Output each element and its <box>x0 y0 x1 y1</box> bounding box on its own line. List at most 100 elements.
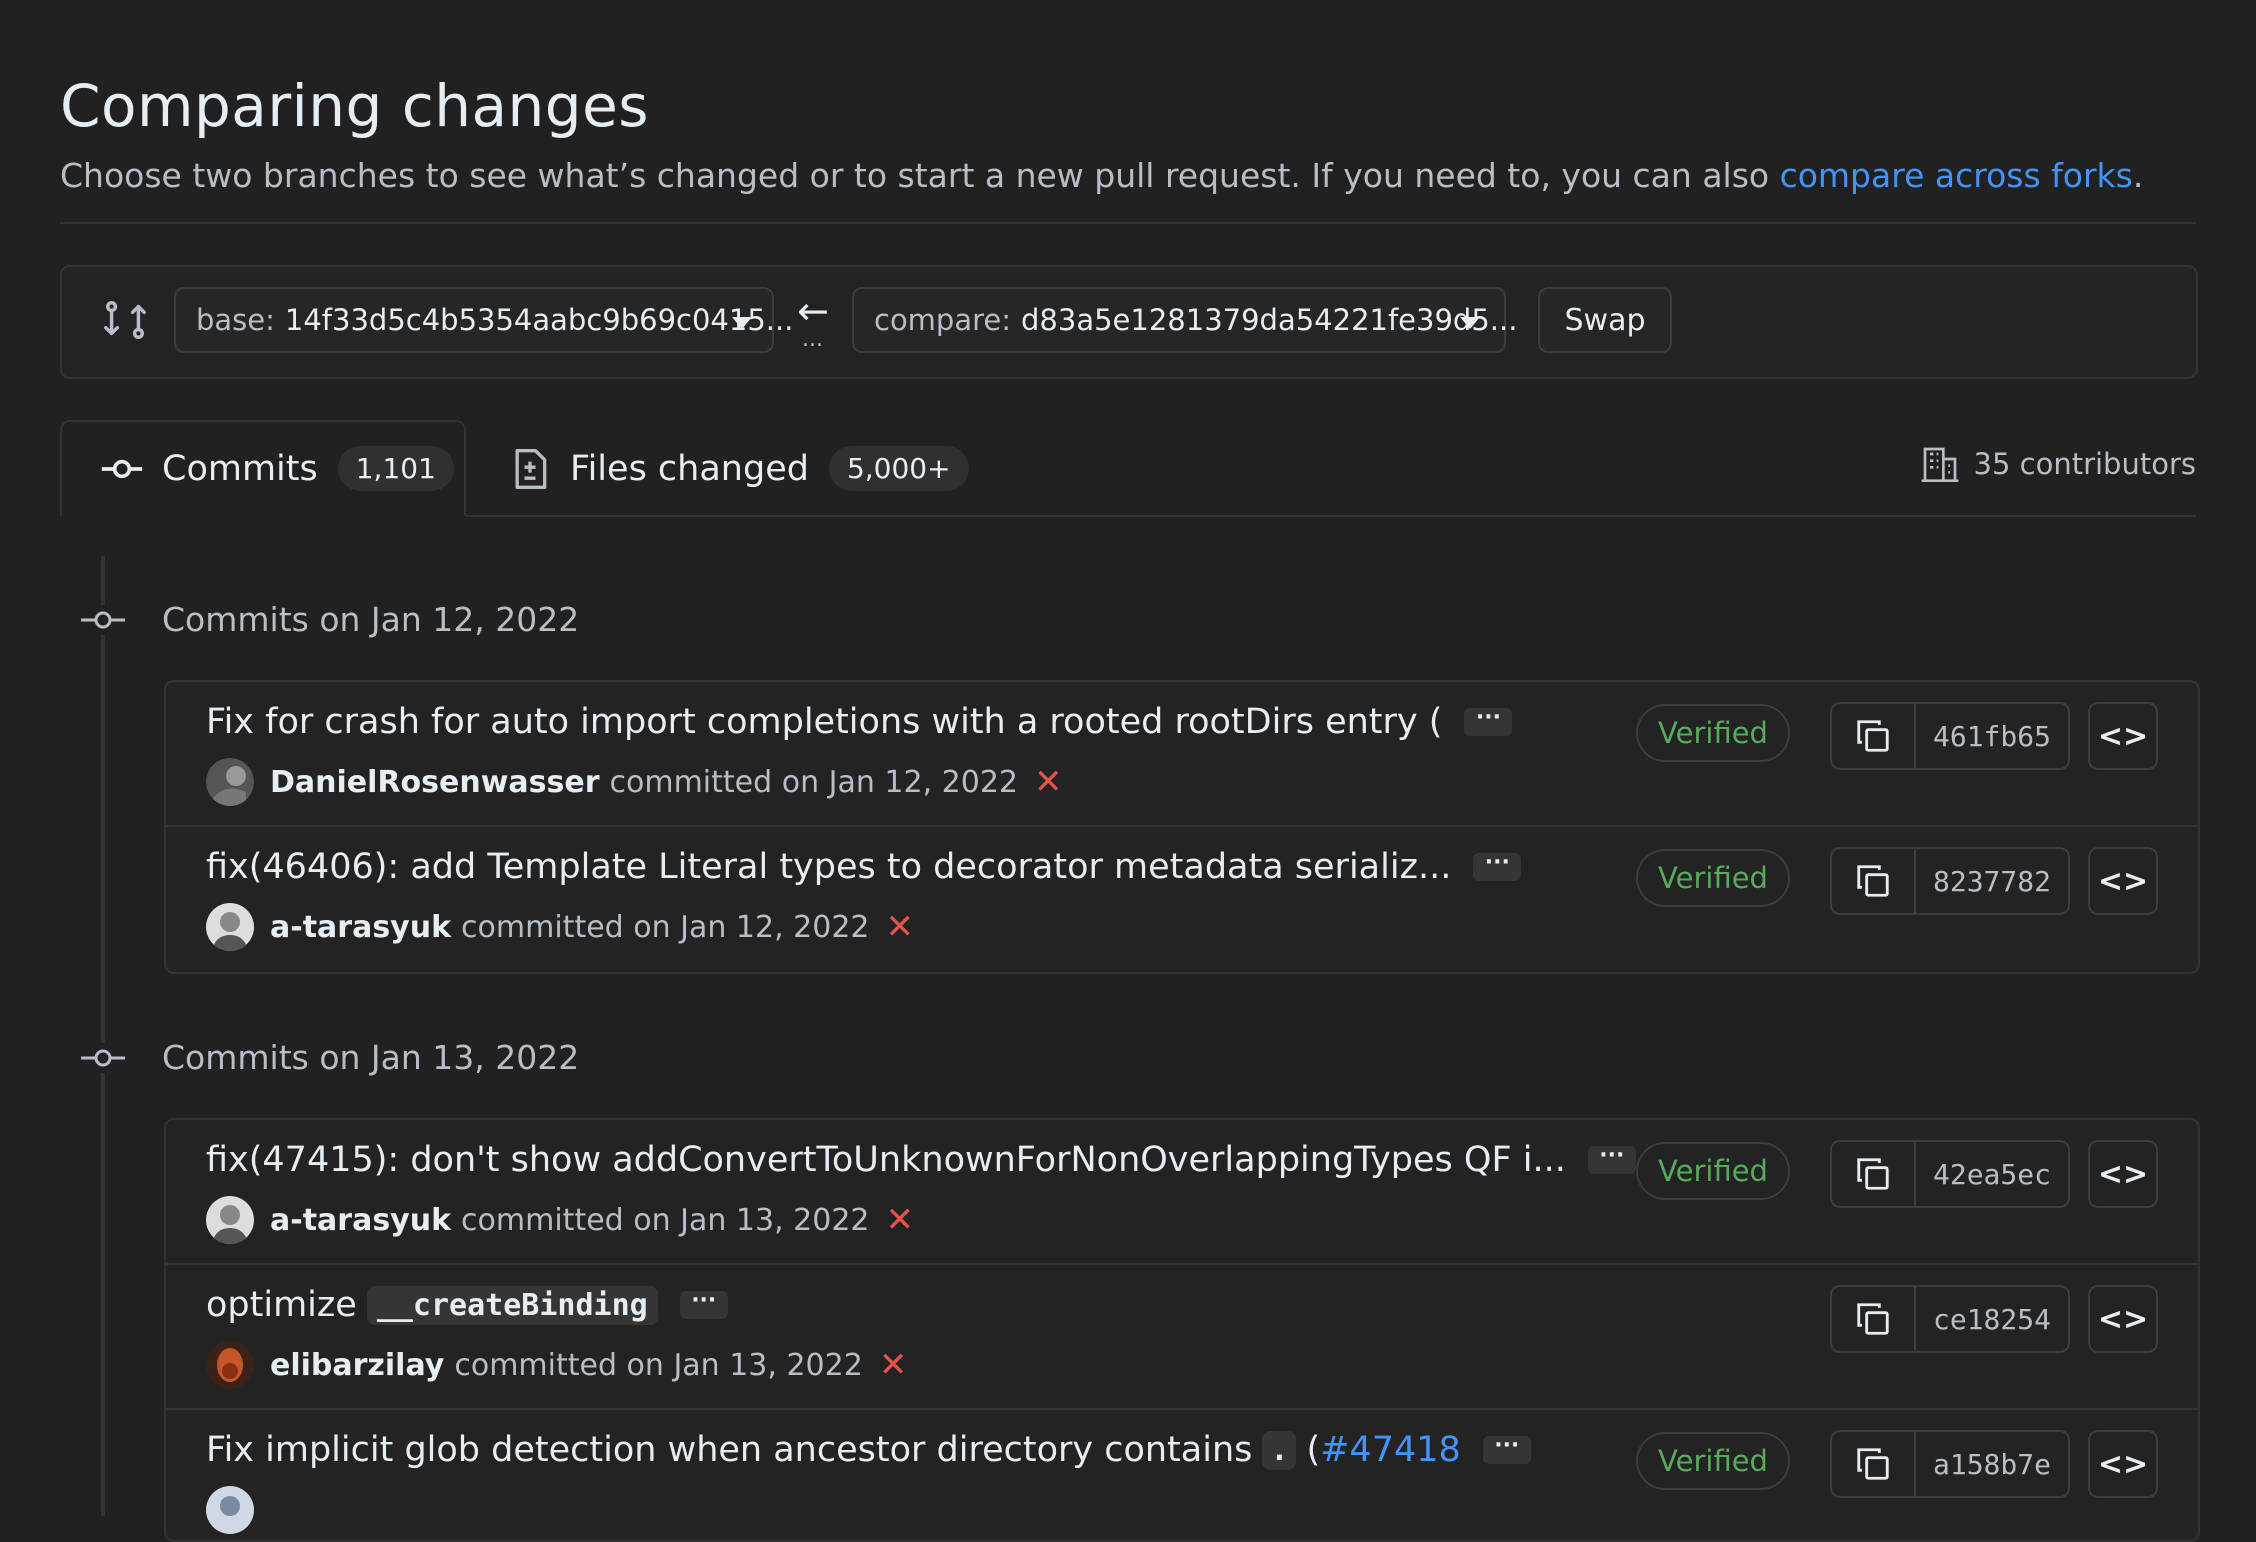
swap-button[interactable]: Swap <box>1538 287 1672 353</box>
commit-message-link[interactable]: optimize <box>206 1285 357 1325</box>
expand-message-button[interactable]: ··· <box>1473 852 1522 881</box>
page-subtitle: Choose two branches to see what’s change… <box>60 156 2143 195</box>
day-label: Commits on Jan 12, 2022 <box>162 600 580 639</box>
compare-value: d83a5e1281379da54221fe39d5... <box>1021 303 1518 337</box>
sha-group: 8237782 <box>1830 847 2070 915</box>
commit-message-link[interactable]: fix(46406): add Template Literal types t… <box>206 847 1451 887</box>
sha-group: 461fb65 <box>1830 702 2070 770</box>
author-link[interactable]: elibarzilay <box>270 1348 444 1383</box>
verified-badge[interactable]: Verified <box>1636 1142 1790 1200</box>
commit-message: fix(46406): add Template Literal types t… <box>206 847 1522 887</box>
copy-sha-button[interactable] <box>1832 1142 1916 1206</box>
sha-group: 42ea5ec <box>1830 1140 2070 1208</box>
x-icon[interactable]: ✕ <box>879 1345 908 1385</box>
base-branch-select[interactable]: base: 14f33d5c4b5354aabc9b69c0415... <box>174 287 793 353</box>
commit-group: Fix for crash for auto import completion… <box>164 680 2200 974</box>
commit-message-link[interactable]: fix(47415): don't show addConvertToUnkno… <box>206 1140 1566 1180</box>
x-icon[interactable]: ✕ <box>886 907 915 947</box>
copy-icon <box>1857 1303 1889 1335</box>
avatar[interactable] <box>206 1486 254 1534</box>
base-prefix: base: <box>196 303 275 337</box>
base-value: 14f33d5c4b5354aabc9b69c0415... <box>284 303 794 337</box>
avatar[interactable] <box>206 903 254 951</box>
git-compare-icon <box>104 301 146 339</box>
compare-branch-select[interactable]: compare: d83a5e1281379da54221fe39d5... <box>852 287 1517 353</box>
subtitle-text: Choose two branches to see what’s change… <box>60 156 1780 195</box>
compare-prefix: compare: <box>874 303 1012 337</box>
author-link[interactable]: a-tarasyuk <box>270 910 451 945</box>
expand-message-button[interactable]: ··· <box>1482 1435 1531 1464</box>
commit-sha-link[interactable]: ce18254 <box>1916 1287 2068 1351</box>
contributors-link[interactable]: 35 contributors <box>1920 444 2196 484</box>
chevron-down-icon <box>1460 317 1480 329</box>
commit-sha-link[interactable]: a158b7e <box>1916 1432 2068 1496</box>
day-header: Commits on Jan 12, 2022 <box>80 600 579 639</box>
inline-code: __createBinding <box>366 1285 658 1325</box>
tab-files-label: Files changed <box>570 448 809 489</box>
arrow-dots: ... <box>802 327 823 352</box>
file-diff-icon <box>515 448 547 489</box>
author-link[interactable]: DanielRosenwasser <box>270 765 600 800</box>
files-counter: 5,000+ <box>828 446 969 491</box>
expand-message-button[interactable]: ··· <box>1464 707 1513 736</box>
commits-counter: 1,101 <box>337 446 454 491</box>
commit-meta: a-tarasyuk committed on Jan 12, 2022 ✕ <box>206 903 914 951</box>
commit-meta: DanielRosenwasser committed on Jan 12, 2… <box>206 758 1063 806</box>
commit-row: Fix implicit glob detection when ancesto… <box>166 1410 2198 1540</box>
commit-message: Fix implicit glob detection when ancesto… <box>206 1430 1531 1470</box>
avatar[interactable] <box>206 758 254 806</box>
browse-code-icon[interactable]: <> <box>2088 1140 2158 1208</box>
pr-link[interactable]: #47418 <box>1320 1430 1461 1470</box>
expand-message-button[interactable]: ··· <box>679 1290 728 1319</box>
commit-date: committed on Jan 12, 2022 <box>461 909 870 945</box>
chevron-down-icon <box>732 317 752 329</box>
expand-message-button[interactable]: ··· <box>1587 1145 1636 1174</box>
tab-commits[interactable]: Commits 1,101 <box>60 420 466 517</box>
tab-commits-label: Commits <box>162 448 318 489</box>
commit-message-link[interactable]: Fix implicit glob detection when ancesto… <box>206 1430 1252 1470</box>
commit-node-icon <box>80 604 126 635</box>
browse-code-icon[interactable]: <> <box>2088 1430 2158 1498</box>
avatar[interactable] <box>206 1196 254 1244</box>
copy-icon <box>1857 865 1889 897</box>
commit-node-icon <box>80 1042 126 1073</box>
copy-icon <box>1857 1158 1889 1190</box>
copy-icon <box>1857 1448 1889 1480</box>
commit-message-link[interactable]: Fix for crash for auto import completion… <box>206 702 1442 742</box>
browse-code-icon[interactable]: <> <box>2088 847 2158 915</box>
copy-sha-button[interactable] <box>1832 1287 1916 1351</box>
contributors-text: 35 contributors <box>1973 447 2196 481</box>
commit-group: fix(47415): don't show addConvertToUnkno… <box>164 1118 2200 1542</box>
commit-date: committed on Jan 13, 2022 <box>461 1202 870 1238</box>
inline-code: . <box>1262 1430 1297 1470</box>
header-divider <box>60 222 2196 224</box>
browse-code-icon[interactable]: <> <box>2088 1285 2158 1353</box>
x-icon[interactable]: ✕ <box>1034 762 1063 802</box>
day-header: Commits on Jan 13, 2022 <box>80 1038 579 1077</box>
verified-badge[interactable]: Verified <box>1636 1432 1790 1490</box>
pr-paren: ( <box>1306 1430 1321 1470</box>
copy-icon <box>1857 720 1889 752</box>
compare-across-forks-link[interactable]: compare across forks <box>1780 156 2133 195</box>
browse-code-icon[interactable]: <> <box>2088 702 2158 770</box>
commit-sha-link[interactable]: 461fb65 <box>1916 704 2068 768</box>
commit-row: fix(46406): add Template Literal types t… <box>166 827 2198 972</box>
day-label: Commits on Jan 13, 2022 <box>162 1038 580 1077</box>
tab-files-changed[interactable]: Files changed 5,000+ <box>508 420 969 517</box>
commit-message: Fix for crash for auto import completion… <box>206 702 1513 742</box>
copy-sha-button[interactable] <box>1832 704 1916 768</box>
commit-sha-link[interactable]: 42ea5ec <box>1916 1142 2068 1206</box>
commit-sha-link[interactable]: 8237782 <box>1916 849 2068 913</box>
commit-message: fix(47415): don't show addConvertToUnkno… <box>206 1140 1636 1180</box>
commit-date: committed on Jan 12, 2022 <box>609 764 1018 800</box>
verified-badge[interactable]: Verified <box>1636 704 1790 762</box>
copy-sha-button[interactable] <box>1832 1432 1916 1496</box>
avatar[interactable] <box>206 1341 254 1389</box>
x-icon[interactable]: ✕ <box>886 1200 915 1240</box>
subtitle-end: . <box>2132 156 2144 195</box>
author-link[interactable]: a-tarasyuk <box>270 1203 451 1238</box>
copy-sha-button[interactable] <box>1832 849 1916 913</box>
commit-date: committed on Jan 13, 2022 <box>454 1347 863 1383</box>
timeline-line <box>101 556 105 1516</box>
verified-badge[interactable]: Verified <box>1636 849 1790 907</box>
